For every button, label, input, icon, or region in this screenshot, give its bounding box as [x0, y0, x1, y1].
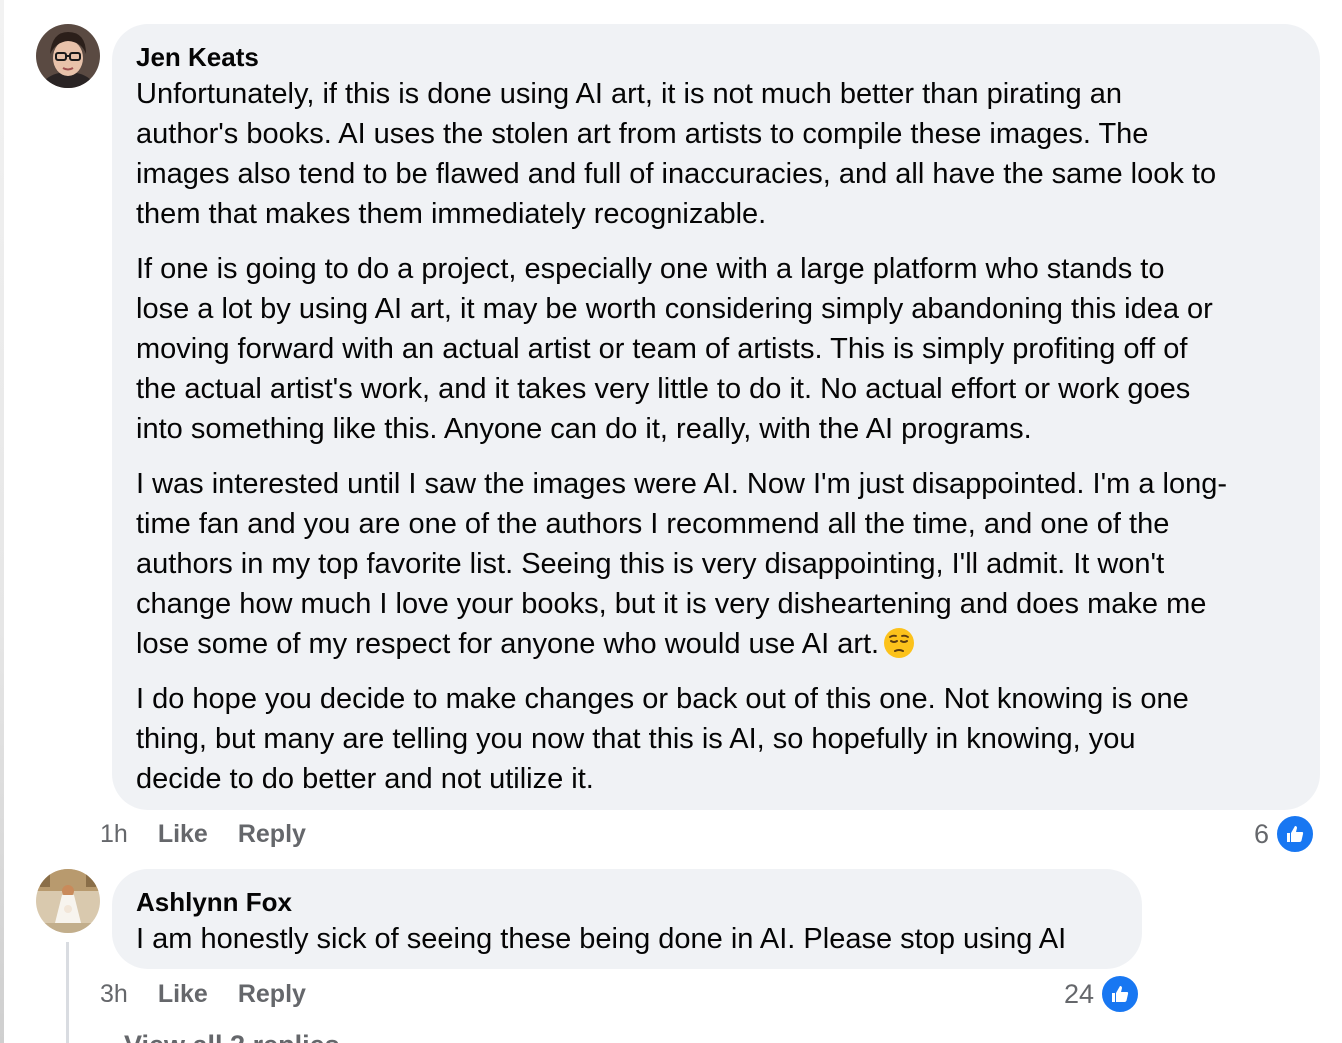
reply-button[interactable]: Reply	[238, 820, 306, 849]
comment-author[interactable]: Jen Keats	[136, 40, 1296, 74]
comment-bubble: Ashlynn Fox I am honestly sick of seeing…	[112, 869, 1142, 969]
reply-thread-line	[66, 942, 69, 1043]
comment-paragraph-text: I was interested until I saw the images …	[136, 468, 1228, 660]
comment-actions: 3h Like Reply	[100, 980, 306, 1009]
like-button[interactable]: Like	[158, 980, 208, 1009]
reaction-summary[interactable]: 24	[1064, 974, 1141, 1014]
comment-timestamp[interactable]: 3h	[100, 980, 128, 1009]
pensive-face-icon	[883, 627, 915, 659]
comment-bubble: Jen Keats Unfortunately, if this is done…	[112, 24, 1320, 810]
comment-timestamp[interactable]: 1h	[100, 820, 128, 849]
comment-paragraph: I do hope you decide to make changes or …	[136, 683, 1189, 795]
avatar[interactable]	[36, 869, 100, 933]
view-more-replies-link[interactable]: View all 2 replies	[124, 1030, 340, 1043]
avatar[interactable]	[36, 24, 100, 88]
like-button[interactable]: Like	[158, 820, 208, 849]
thumbs-up-icon	[1275, 814, 1316, 854]
comment-paragraph: I am honestly sick of seeing these being…	[136, 923, 1067, 955]
comment-paragraph: If one is going to do a project, especia…	[136, 253, 1213, 445]
left-edge-strip	[0, 0, 4, 1043]
thumbs-up-icon	[1100, 974, 1141, 1014]
comment-paragraph: I was interested until I saw the images …	[136, 464, 1296, 664]
comment-actions: 1h Like Reply	[100, 820, 306, 849]
comment-paragraph: Unfortunately, if this is done using AI …	[136, 78, 1217, 230]
reaction-count: 24	[1064, 978, 1095, 1009]
comment-author[interactable]: Ashlynn Fox	[136, 885, 1118, 919]
comments-panel: Jen Keats Unfortunately, if this is done…	[0, 0, 1342, 1043]
reaction-summary[interactable]: 6	[1254, 814, 1316, 854]
reaction-count: 6	[1254, 818, 1270, 849]
reply-button[interactable]: Reply	[238, 980, 306, 1009]
